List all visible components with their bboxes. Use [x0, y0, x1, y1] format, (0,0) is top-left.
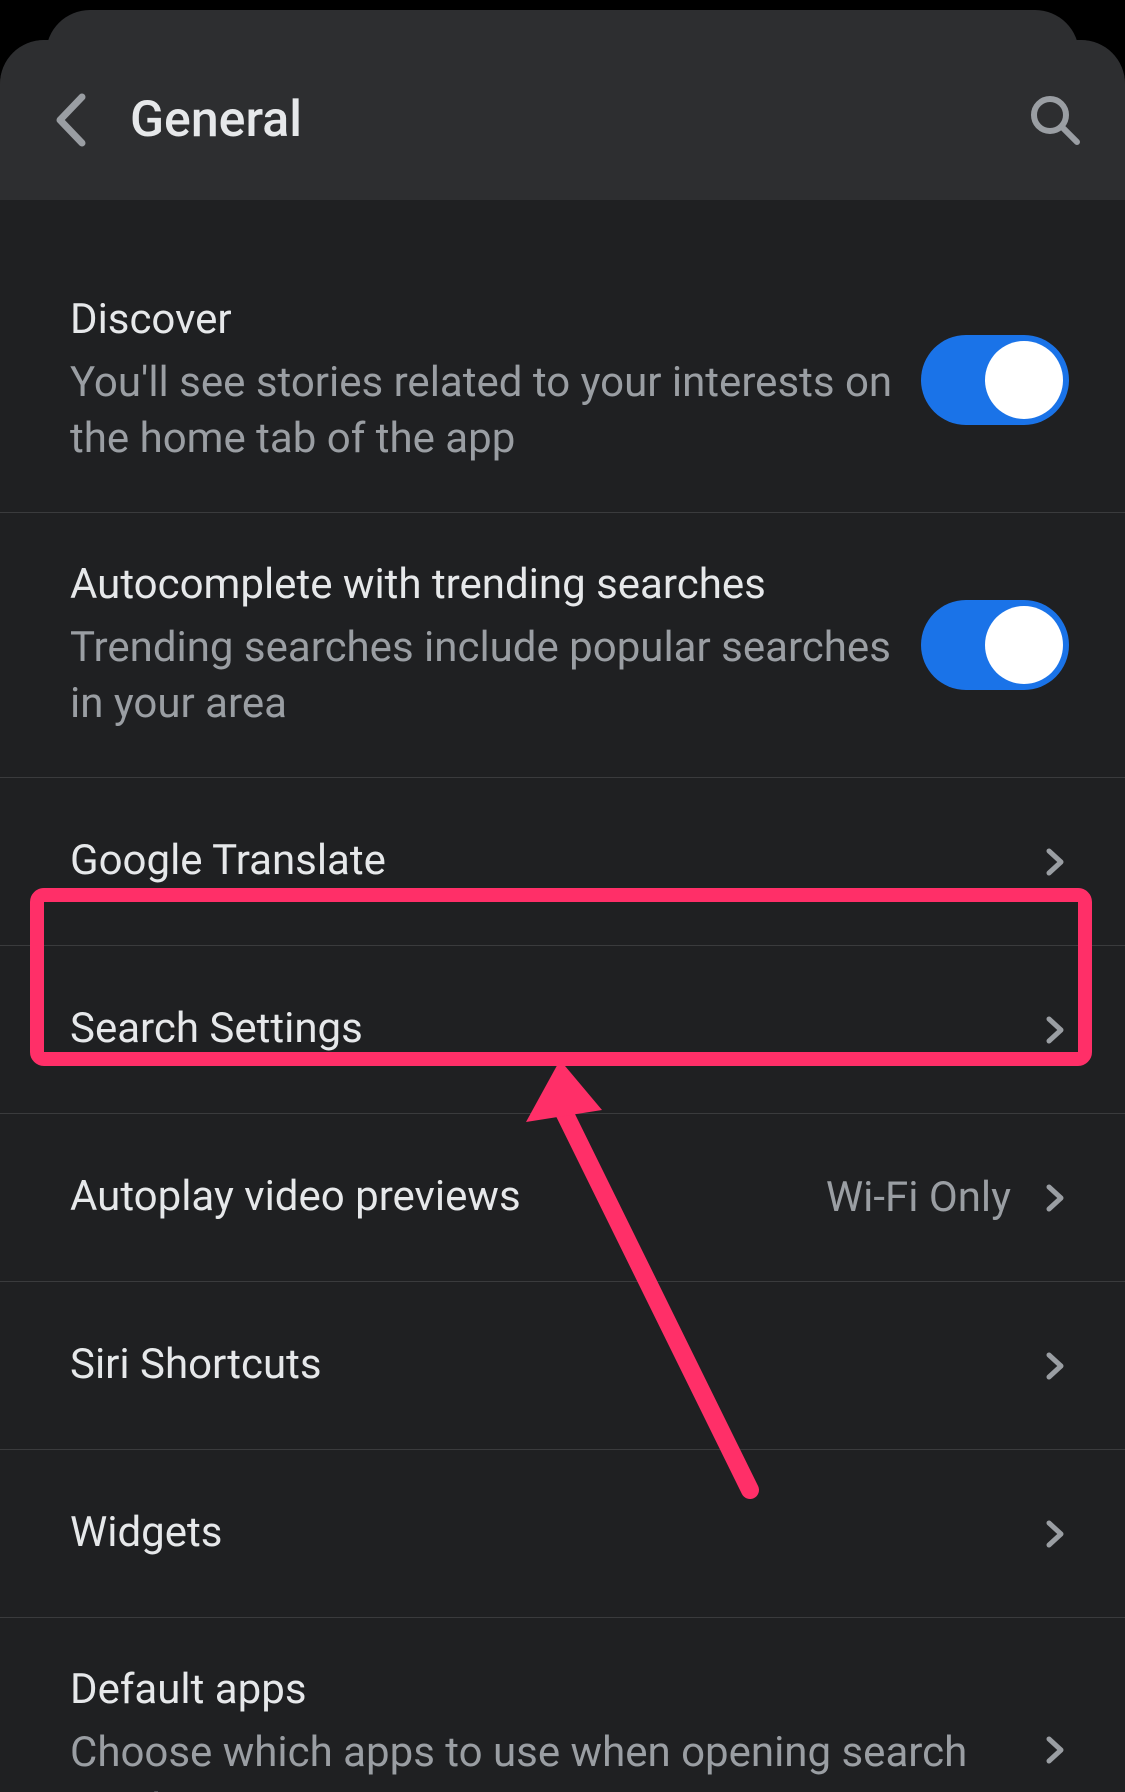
chevron-right-icon — [1041, 848, 1069, 876]
row-text: Autoplay video previews — [70, 1169, 826, 1226]
row-title: Search Settings — [70, 1001, 1041, 1058]
row-title: Siri Shortcuts — [70, 1337, 1041, 1394]
chevron-right-icon — [1041, 1352, 1069, 1380]
row-text: Widgets — [70, 1505, 1041, 1562]
row-widgets[interactable]: Widgets — [0, 1450, 1125, 1618]
autocomplete-toggle[interactable] — [921, 600, 1069, 690]
chevron-right-icon — [1041, 1736, 1069, 1764]
row-description: You'll see stories related to your inter… — [70, 355, 921, 468]
toggle-knob — [985, 606, 1063, 684]
settings-list: Discover You'll see stories related to y… — [0, 200, 1125, 1792]
row-title: Widgets — [70, 1505, 1041, 1562]
row-default-apps[interactable]: Default apps Choose which apps to use wh… — [0, 1618, 1125, 1792]
page-title: General — [130, 91, 1025, 149]
row-title: Autoplay video previews — [70, 1169, 826, 1226]
search-icon — [1027, 92, 1083, 148]
row-text: Siri Shortcuts — [70, 1337, 1041, 1394]
header-bar: General — [0, 40, 1125, 200]
discover-toggle[interactable] — [921, 335, 1069, 425]
row-autoplay-video-previews[interactable]: Autoplay video previews Wi-Fi Only — [0, 1114, 1125, 1282]
settings-sheet: General Discover You'll see stories rela… — [0, 40, 1125, 1792]
row-google-translate[interactable]: Google Translate — [0, 778, 1125, 946]
row-value: Wi-Fi Only — [826, 1173, 1011, 1222]
row-autocomplete-trending[interactable]: Autocomplete with trending searches Tren… — [0, 513, 1125, 778]
row-discover[interactable]: Discover You'll see stories related to y… — [0, 248, 1125, 513]
row-siri-shortcuts[interactable]: Siri Shortcuts — [0, 1282, 1125, 1450]
row-text: Autocomplete with trending searches Tren… — [70, 557, 921, 733]
row-title: Discover — [70, 292, 921, 349]
chevron-right-icon — [1041, 1520, 1069, 1548]
chevron-right-icon — [1041, 1016, 1069, 1044]
chevron-right-icon — [1041, 1184, 1069, 1212]
row-search-settings[interactable]: Search Settings — [0, 946, 1125, 1114]
row-text: Search Settings — [70, 1001, 1041, 1058]
row-title: Autocomplete with trending searches — [70, 557, 921, 614]
row-text: Google Translate — [70, 833, 1041, 890]
row-text: Discover You'll see stories related to y… — [70, 292, 921, 468]
toggle-knob — [985, 341, 1063, 419]
row-description: Choose which apps to use when opening se… — [70, 1725, 1041, 1792]
back-button[interactable] — [40, 90, 100, 150]
row-description: Trending searches include popular search… — [70, 620, 921, 733]
row-title: Google Translate — [70, 833, 1041, 890]
chevron-left-icon — [52, 91, 88, 149]
search-button[interactable] — [1025, 90, 1085, 150]
row-title: Default apps — [70, 1662, 1041, 1719]
row-text: Default apps Choose which apps to use wh… — [70, 1662, 1041, 1792]
